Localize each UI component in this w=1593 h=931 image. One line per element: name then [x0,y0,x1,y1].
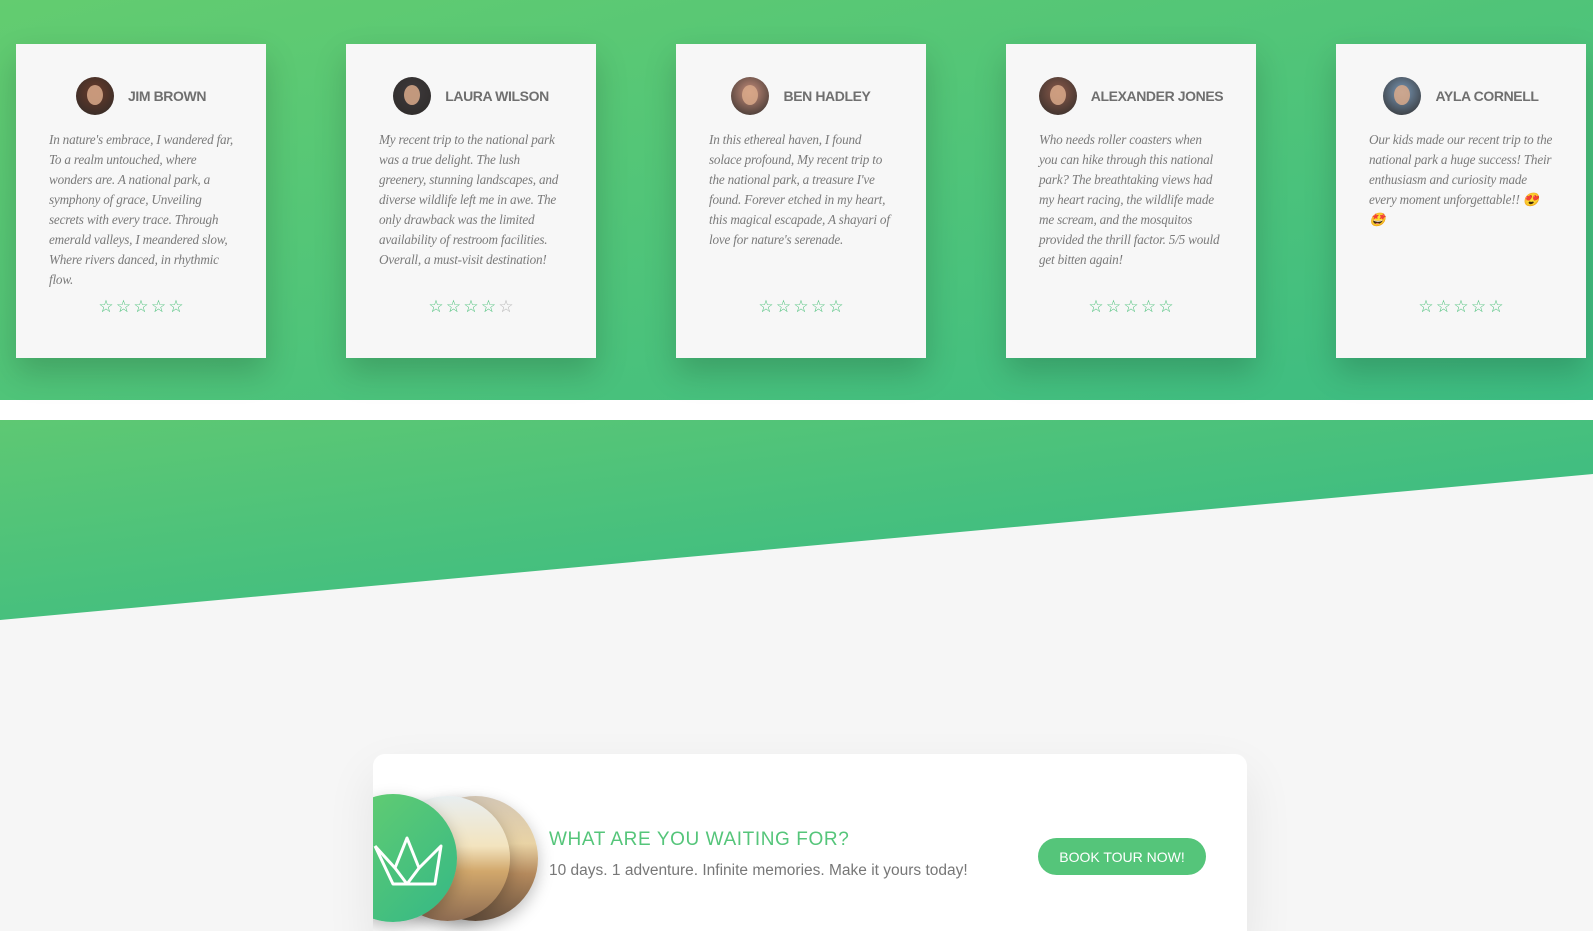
star-icon: ☆ [463,297,479,316]
review-card: BEN HADLEY In this ethereal haven, I foun… [676,44,926,358]
star-icon: ☆ [98,297,114,316]
review-text: Who needs roller coasters when you can h… [1039,132,1220,267]
review-header: AYLA CORNELL [1369,76,1553,116]
star-icon: ☆ [480,297,497,316]
star-icon: ☆ [1435,297,1452,316]
review-card: JIM BROWN In nature's embrace, I wandered… [16,44,266,358]
review-header: JIM BROWN [49,76,233,116]
avatar [731,77,770,115]
star-icon: ☆ [168,297,184,316]
avatar [1383,77,1422,115]
star-icon: ☆ [1453,297,1469,316]
review-text: In this ethereal haven, I found solace p… [709,132,890,247]
review-text: Our kids made our recent trip to the nat… [1369,132,1553,227]
star-icon: ☆ [115,297,132,316]
star-icon: ☆ [1418,297,1434,316]
star-icon: ☆ [1105,297,1122,316]
avatar [75,77,114,115]
star-icon: ☆ [1470,297,1487,316]
star-icon: ☆ [150,297,167,316]
star-icon: ☆ [775,297,792,316]
star-icon: ☆ [758,297,774,316]
review-header: BEN HADLEY [709,76,893,116]
star-icon: ☆ [1123,297,1139,316]
star-icon: ☆ [1140,297,1157,316]
reviewer-name: ALEXANDER JONES [1090,88,1224,104]
review-card: ALEXANDER JONES Who needs roller coasters… [1006,44,1256,358]
rating-stars: ☆ ☆ ☆ ☆ ☆ [1039,298,1223,316]
star-icon: ☆ [810,297,827,316]
rating-stars: ☆ ☆ ☆ ☆ ☆ [49,298,233,316]
star-icon: ☆ [828,297,844,316]
reviewer-name: LAURA WILSON [445,88,549,104]
review-text: In nature's embrace, I wandered far, To … [49,132,233,287]
avatar [393,77,432,115]
star-icon: ☆ [793,297,809,316]
avatar [1038,77,1077,115]
slanted-green-band [0,420,1593,620]
star-icon: ☆ [498,297,514,316]
section-divider [0,400,1593,420]
review-header: LAURA WILSON [379,76,563,116]
star-icon: ☆ [1488,297,1504,316]
review-card: LAURA WILSON My recent trip to the nation… [346,44,596,358]
review-text: My recent trip to the national park was … [379,132,559,267]
review-card: AYLA CORNELL Our kids made our recent tri… [1336,44,1586,358]
book-tour-button[interactable]: BOOK TOUR NOW! [1038,838,1206,875]
star-icon: ☆ [1088,297,1104,316]
star-icon: ☆ [445,297,462,316]
rating-stars: ☆ ☆ ☆ ☆ ☆ [1369,298,1553,316]
review-header: ALEXANDER JONES [1038,76,1224,116]
rating-stars: ☆ ☆ ☆ ☆ ☆ [379,298,563,316]
star-icon: ☆ [428,297,444,316]
reviewer-name: AYLA CORNELL [1435,88,1539,104]
book-tour-callout: WHAT ARE YOU WAITING FOR? 10 days. 1 adv… [373,754,1247,931]
rating-stars: ☆ ☆ ☆ ☆ ☆ [709,298,893,316]
cta-title: WHAT ARE YOU WAITING FOR? [549,829,850,850]
cta-subtitle: 10 days. 1 adventure. Infinite memories.… [549,862,968,879]
crown-icon [373,836,443,886]
star-icon: ☆ [133,297,149,316]
reviewer-name: JIM BROWN [127,88,207,104]
star-icon: ☆ [1158,297,1174,316]
reviewer-name: BEN HADLEY [783,88,871,104]
